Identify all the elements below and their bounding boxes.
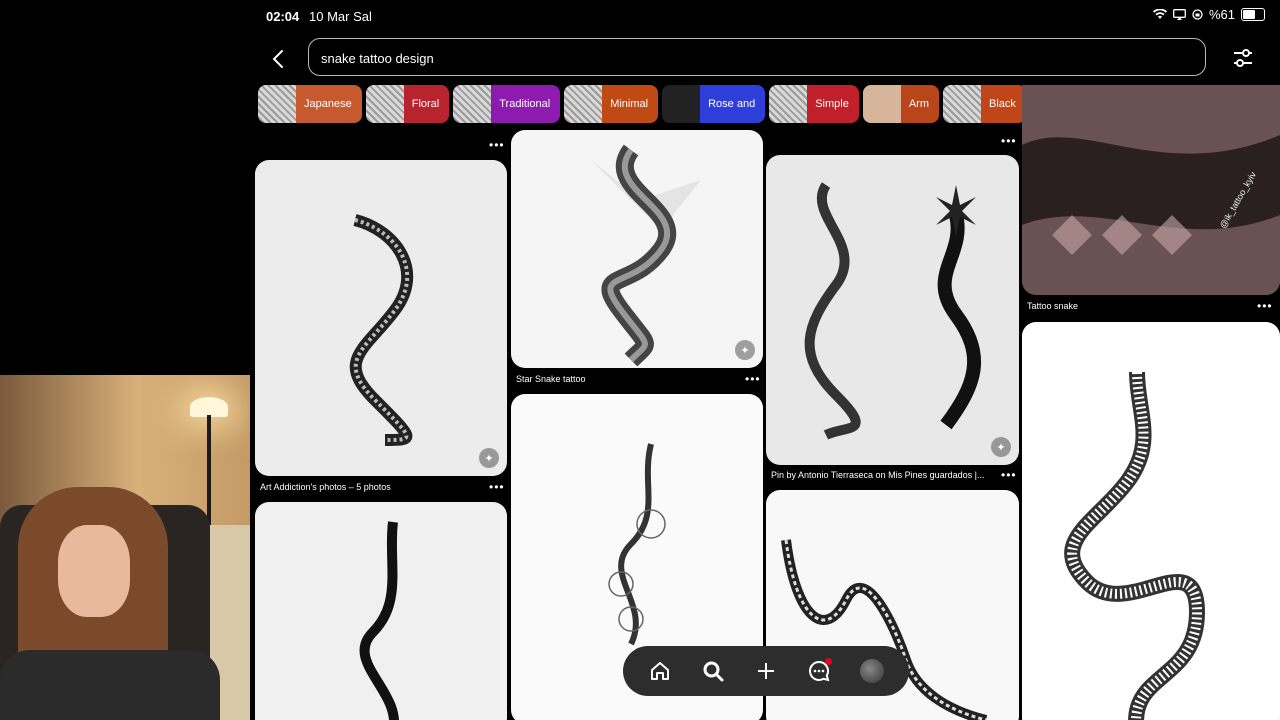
chip-minimal[interactable]: Minimal — [564, 85, 659, 123]
chip-thumbnail — [258, 85, 296, 123]
suggestion-chips: Japanese Floral Traditional Minimal Rose… — [258, 85, 1026, 125]
more-options-button[interactable]: ••• — [489, 480, 505, 494]
chip-black[interactable]: Black — [942, 85, 1026, 123]
snake-tattoo-image — [349, 214, 414, 446]
chip-arm[interactable]: Arm — [862, 85, 939, 123]
chat-icon[interactable] — [804, 656, 834, 686]
pin-title: Star Snake tattoo — [516, 374, 586, 384]
snake-tattoo-image — [804, 182, 982, 440]
lamp-shade — [190, 397, 228, 417]
chip-label: Simple — [815, 98, 849, 110]
snake-tattoo-image — [1064, 371, 1206, 720]
battery-icon — [1241, 8, 1265, 21]
pin-card[interactable] — [255, 502, 507, 720]
plus-icon[interactable] — [751, 656, 781, 686]
chip-thumbnail — [862, 85, 901, 123]
more-options-button[interactable]: ••• — [745, 372, 761, 386]
wifi-icon — [1152, 9, 1167, 19]
pin-card[interactable]: ✦ — [766, 155, 1019, 465]
profile-avatar[interactable] — [857, 656, 887, 686]
more-options-button[interactable]: ••• — [1001, 468, 1017, 482]
chip-label: Arm — [908, 98, 929, 110]
chip-thumbnail — [662, 85, 701, 123]
chip-japanese[interactable]: Japanese — [258, 85, 362, 123]
pin-title: Tattoo snake — [1027, 301, 1079, 311]
search-query: snake tattoo design — [321, 51, 434, 66]
pin-icon: ✦ — [991, 437, 1011, 457]
chip-label: Japanese — [304, 98, 352, 110]
snake-tattoo-image — [591, 144, 701, 367]
more-options-button[interactable]: ••• — [1257, 299, 1273, 313]
more-options-button[interactable]: ••• — [1001, 134, 1017, 148]
status-date: 10 Mar Sal — [309, 9, 372, 24]
chip-simple[interactable]: Simple — [769, 85, 859, 123]
battery-percent: %61 — [1208, 7, 1235, 22]
person-body — [0, 650, 220, 720]
avatar — [860, 659, 885, 683]
chip-label: Traditional — [499, 98, 551, 110]
home-icon[interactable] — [645, 656, 675, 686]
chip-label: Floral — [411, 98, 440, 110]
pin-title: Art Addiction's photos – 5 photos — [260, 482, 391, 492]
chip-rose-and[interactable]: Rose and — [662, 85, 766, 123]
pin-icon: ✦ — [735, 340, 755, 360]
search-icon[interactable] — [698, 656, 728, 686]
chip-thumbnail — [769, 85, 808, 123]
more-options-button[interactable]: ••• — [489, 138, 505, 152]
chip-thumbnail — [942, 85, 981, 123]
pin-icon: ✦ — [479, 448, 499, 468]
screen-mirroring-icon — [1173, 9, 1186, 20]
chip-thumbnail — [365, 85, 404, 123]
chip-label: Black — [988, 98, 1016, 110]
search-input[interactable]: snake tattoo design — [308, 38, 1206, 76]
chip-floral[interactable]: Floral — [365, 85, 450, 123]
chip-thumbnail — [453, 85, 492, 123]
status-time: 02:04 — [266, 9, 300, 24]
pin-title: Pin by Antonio Tierraseca on Mis Pines g… — [771, 470, 985, 480]
person-face — [58, 525, 130, 617]
chip-thumbnail — [564, 85, 603, 123]
status-right: %61 — [1152, 7, 1265, 22]
filter-sliders-icon[interactable] — [1231, 46, 1255, 70]
notification-dot — [825, 658, 833, 665]
pin-card[interactable]: ✦ — [255, 160, 507, 476]
snake-tattoo-image — [359, 521, 399, 720]
back-chevron-icon[interactable] — [266, 46, 292, 72]
chip-traditional[interactable]: Traditional — [453, 85, 561, 123]
pin-card[interactable]: ✦ — [511, 130, 763, 368]
pin-card[interactable]: @ik_tattoo_kyiv — [1022, 85, 1280, 295]
chip-label: Rose and — [708, 98, 756, 110]
webcam-overlay — [0, 375, 250, 720]
lock-rotation-icon — [1192, 9, 1203, 20]
status-bar: 02:04 10 Mar Sal %61 — [251, 0, 1280, 32]
chip-label: Minimal — [610, 98, 649, 110]
bottom-nav-bar — [623, 646, 909, 696]
ipad-screen: 02:04 10 Mar Sal %61 snake tattoo design… — [251, 0, 1280, 720]
pin-card[interactable] — [1022, 322, 1280, 720]
